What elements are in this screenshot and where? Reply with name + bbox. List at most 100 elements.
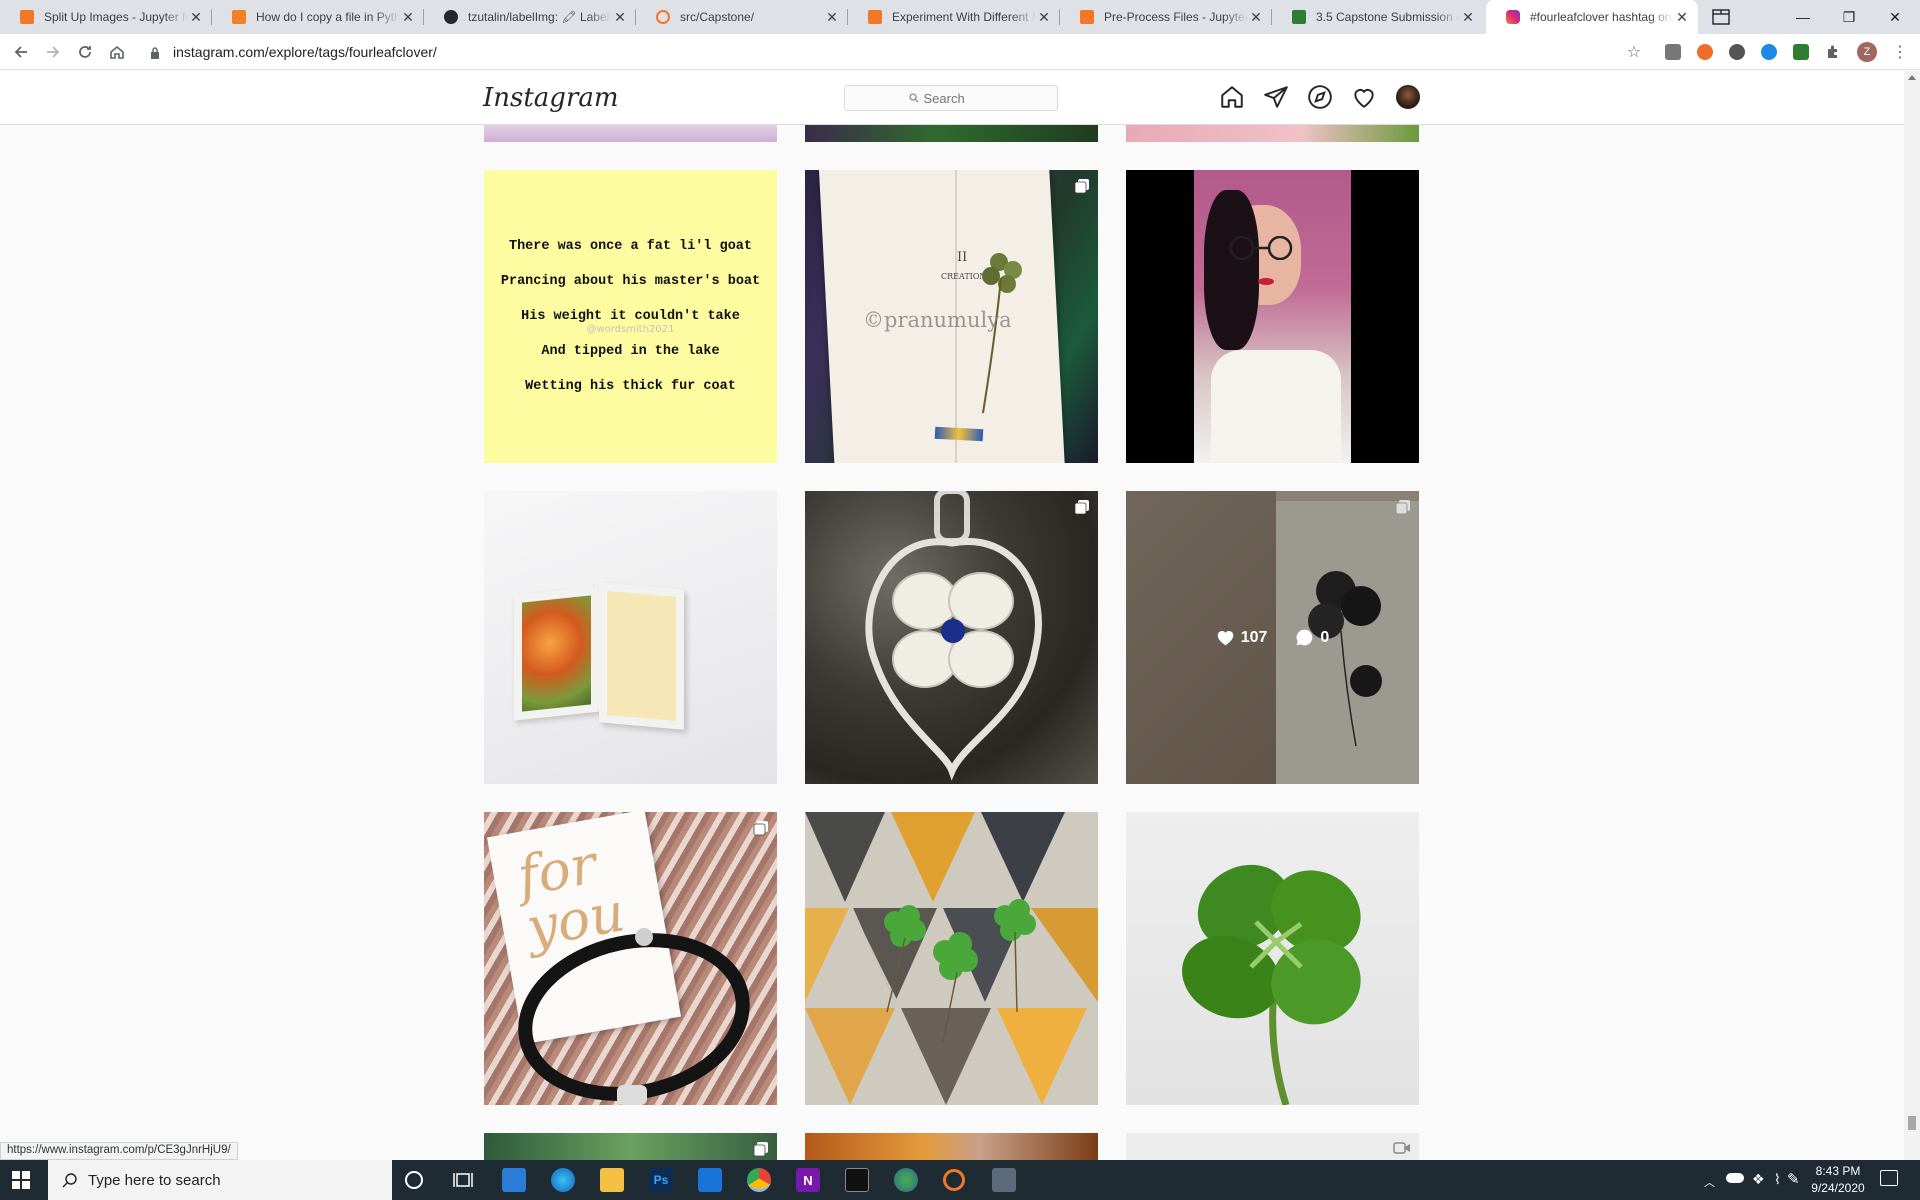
file-explorer-icon[interactable] xyxy=(600,1168,624,1192)
onenote-app-icon[interactable]: N xyxy=(796,1168,820,1192)
calculator-app-icon[interactable] xyxy=(992,1168,1016,1192)
post-book-clover[interactable]: II CREATION ©pranumulya xyxy=(805,170,1098,463)
page-scrollbar[interactable] xyxy=(1904,71,1920,1160)
scrollbar-thumb[interactable] xyxy=(1908,1116,1916,1130)
chrome-menu-icon[interactable]: ⋮ xyxy=(1888,40,1912,64)
photoshop-app-icon[interactable]: Ps xyxy=(649,1168,673,1192)
onedrive-icon[interactable] xyxy=(1726,1173,1744,1183)
network-icon[interactable]: ⌇ xyxy=(1774,1171,1781,1188)
post-thumbnail[interactable] xyxy=(805,125,1098,142)
pen-icon[interactable]: ✎ xyxy=(1787,1170,1800,1188)
post-thumbnail[interactable] xyxy=(484,125,777,142)
profile-avatar[interactable] xyxy=(1396,85,1420,109)
book-watermark: ©pranumulya xyxy=(863,308,1012,332)
tab-2[interactable]: How do I copy a file in Pyth ✕ xyxy=(212,0,424,34)
post-bracelet[interactable]: for you xyxy=(484,812,777,1105)
direct-icon[interactable] xyxy=(1263,84,1289,110)
likes-heart-icon xyxy=(1217,631,1233,646)
taskbar-clock[interactable]: 8:43 PM 9/24/2020 xyxy=(1806,1163,1870,1197)
windows-taskbar: Type here to search Ps N ︿ ❖ ⌇ ✎ 8:43 PM… xyxy=(0,1160,1920,1200)
poem-line: His weight it couldn't take xyxy=(521,309,740,324)
activity-heart-icon[interactable] xyxy=(1351,84,1377,110)
reload-button[interactable] xyxy=(73,40,97,64)
taskbar-search-box[interactable]: Type here to search xyxy=(48,1160,392,1200)
carousel-icon xyxy=(1074,500,1089,515)
extension-blue-icon[interactable] xyxy=(1761,44,1777,60)
cortana-icon[interactable] xyxy=(405,1171,423,1189)
tab-8-active[interactable]: #fourleafclover hashtag on ✕ xyxy=(1486,0,1698,34)
post-clover-closeup[interactable] xyxy=(1126,812,1419,1105)
extension-green-icon[interactable] xyxy=(1793,44,1809,60)
close-tab-icon[interactable]: ✕ xyxy=(1674,9,1690,26)
store-app-icon[interactable] xyxy=(502,1168,526,1192)
task-view-icon[interactable] xyxy=(453,1171,473,1194)
tab-4[interactable]: src/Capstone/ ✕ xyxy=(636,0,848,34)
post-frame[interactable] xyxy=(484,491,777,784)
post-tile-clovers[interactable] xyxy=(805,812,1098,1105)
profile-avatar-button[interactable]: Z xyxy=(1857,42,1877,62)
search-icon xyxy=(62,1173,77,1188)
anaconda-app-icon[interactable] xyxy=(894,1168,918,1192)
close-window-button[interactable]: ✕ xyxy=(1872,0,1918,34)
close-tab-icon[interactable]: ✕ xyxy=(612,9,628,26)
close-tab-icon[interactable]: ✕ xyxy=(188,9,204,26)
close-tab-icon[interactable]: ✕ xyxy=(1460,9,1476,26)
extension-g-icon[interactable] xyxy=(1665,44,1681,60)
search-icon xyxy=(908,93,918,103)
tab-6[interactable]: Pre-Process Files - Jupyter N ✕ xyxy=(1060,0,1272,34)
home-button[interactable] xyxy=(105,40,129,64)
lock-icon[interactable] xyxy=(150,46,160,64)
scroll-up-arrow[interactable] xyxy=(1908,75,1916,80)
dropbox-icon[interactable]: ❖ xyxy=(1752,1171,1765,1188)
instagram-header: Instagram xyxy=(0,71,1904,125)
post-pendant[interactable] xyxy=(805,491,1098,784)
clock-time: 8:43 PM xyxy=(1815,1164,1861,1178)
tab-3[interactable]: tzutalin/labelImg: 🖍 Label ✕ xyxy=(424,0,636,34)
close-tab-icon[interactable]: ✕ xyxy=(1036,9,1052,26)
explore-icon[interactable] xyxy=(1307,84,1333,110)
jupyter-app-icon[interactable] xyxy=(943,1169,965,1191)
terminal-app-icon[interactable] xyxy=(845,1168,869,1192)
address-bar[interactable]: instagram.com/explore/tags/fourleafclove… xyxy=(173,44,437,60)
post-thumbnail[interactable] xyxy=(1126,1133,1419,1160)
tab-7[interactable]: 3.5 Capstone Submission - S ✕ xyxy=(1272,0,1484,34)
hover-overlay: 107 0 xyxy=(1126,491,1419,784)
windows-start-icon[interactable] xyxy=(12,1171,30,1194)
restore-button[interactable]: ❐ xyxy=(1826,0,1872,34)
search-input[interactable] xyxy=(923,90,994,106)
forward-button[interactable] xyxy=(41,40,65,64)
tab-strip: Split Up Images - Jupyter N ✕ How do I c… xyxy=(0,0,1920,34)
post-thumbnail[interactable] xyxy=(805,1133,1098,1160)
green-clover-image xyxy=(1182,864,1361,1105)
close-tab-icon[interactable]: ✕ xyxy=(1248,9,1264,26)
carousel-icon xyxy=(753,1142,768,1157)
clover-pendant-image xyxy=(865,491,1042,781)
extension-orange-icon[interactable] xyxy=(1697,44,1713,60)
home-icon[interactable] xyxy=(1219,84,1245,110)
post-poem[interactable]: There was once a fat li'l goat Prancing … xyxy=(484,170,777,463)
video-icon xyxy=(1393,1142,1410,1154)
back-button[interactable] xyxy=(9,40,33,64)
tab-5[interactable]: Experiment With Different M ✕ xyxy=(848,0,1060,34)
extensions-puzzle-icon[interactable] xyxy=(1825,44,1841,60)
close-tab-icon[interactable]: ✕ xyxy=(824,9,840,26)
mail-app-icon[interactable] xyxy=(698,1168,722,1192)
post-thumbnail[interactable] xyxy=(484,1133,777,1160)
post-portrait[interactable] xyxy=(1126,170,1419,463)
tab-1[interactable]: Split Up Images - Jupyter N ✕ xyxy=(0,0,212,34)
minimize-button[interactable]: — xyxy=(1780,0,1826,34)
chrome-app-icon[interactable] xyxy=(747,1168,771,1192)
bookmark-star-icon[interactable]: ☆ xyxy=(1622,40,1646,64)
search-box[interactable] xyxy=(844,85,1058,111)
edge-app-icon[interactable] xyxy=(551,1168,575,1192)
pressed-clover-image xyxy=(982,253,1022,414)
extension-circle-icon[interactable] xyxy=(1729,44,1745,60)
show-hidden-icons-chevron[interactable]: ︿ xyxy=(1704,1174,1715,1190)
post-hovered-sketchbook[interactable]: 107 0 xyxy=(1126,491,1419,784)
instagram-logo[interactable]: Instagram xyxy=(483,83,619,113)
close-tab-icon[interactable]: ✕ xyxy=(400,9,416,26)
notifications-icon[interactable] xyxy=(1880,1170,1898,1186)
post-thumbnail[interactable] xyxy=(1126,125,1419,142)
tab-search-icon[interactable] xyxy=(1698,0,1744,34)
comments-count: 0 xyxy=(1320,628,1330,646)
